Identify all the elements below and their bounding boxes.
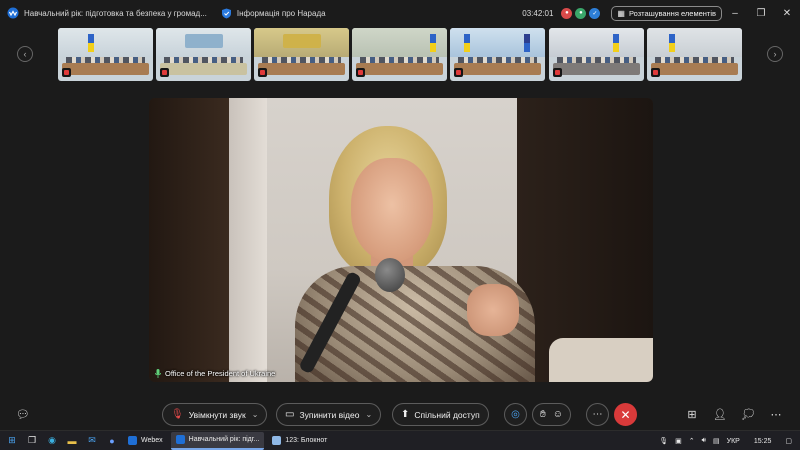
close-icon[interactable]: ✕ <box>614 403 637 426</box>
mic-muted-icon: 🎙︎ <box>171 409 184 420</box>
chevron-left-icon[interactable]: ‹ <box>17 46 33 62</box>
chevron-right-icon[interactable]: › <box>767 46 783 62</box>
chevron-up-icon[interactable]: ⌃ <box>689 437 695 445</box>
notifications-icon[interactable]: ▢ <box>785 437 792 445</box>
flag-icon <box>88 34 94 52</box>
muted-badge-icon <box>258 68 267 77</box>
close-window-icon[interactable]: ✕ <box>774 8 800 19</box>
unmute-label: Увімкнути звук <box>188 409 246 420</box>
speaker-name-tag: Office of the President of Ukraine <box>155 369 275 378</box>
meeting-info-button[interactable]: Інформація про Нарада <box>221 8 326 19</box>
flag-icon <box>613 34 619 52</box>
flag-icon <box>524 34 530 52</box>
security-icon: ✓ <box>589 7 601 19</box>
mail-icon[interactable]: ✉︎ <box>84 434 100 448</box>
meeting-timer: 03:42:01 <box>522 8 554 18</box>
windows-start-icon[interactable]: ⊞ <box>4 434 20 448</box>
emoji-icon: ☺︎ <box>552 409 563 420</box>
participant-thumbnail[interactable] <box>156 28 251 81</box>
camera-icon: ▭ <box>285 409 295 420</box>
apps-icon[interactable]: ⊞ <box>684 408 700 421</box>
speaker-name: Office of the President of Ukraine <box>165 369 276 378</box>
language-indicator[interactable]: УКР <box>727 438 740 445</box>
share-label: Спільний доступ <box>414 409 480 420</box>
taskbar-meeting-label: Навчальний рік: підг... <box>188 436 260 443</box>
volume-icon[interactable]: 🔊︎ <box>702 437 706 445</box>
layout-icon: ▦ <box>617 8 625 18</box>
taskbar-webex-label: Webex <box>141 437 163 444</box>
participant-thumbnail[interactable] <box>647 28 742 81</box>
flag-icon <box>430 34 436 52</box>
chat-icon[interactable]: 💭︎ <box>740 408 756 421</box>
system-tray: 🎙︎ ▣ ⌃ 🔊︎ ▤ УКР 15:25 ▢ <box>652 431 800 450</box>
chevron-down-icon[interactable]: ⌄ <box>252 410 259 419</box>
unmute-button[interactable]: 🎙︎ Увімкнути звук ⌄ <box>162 403 268 426</box>
edge-icon[interactable]: ◉ <box>44 434 60 448</box>
webex-meeting-window: Навчальний рік: підготовка та безпека у … <box>0 0 800 450</box>
ellipsis-icon[interactable]: ⋯ <box>586 403 609 426</box>
meeting-info-label: Інформація про Нарада <box>236 8 326 18</box>
muted-badge-icon <box>160 68 169 77</box>
participant-thumbnail[interactable] <box>58 28 153 81</box>
share-button[interactable]: ⬆︎ Спільний доступ <box>392 403 489 426</box>
webcam-tray-icon[interactable]: ▣ <box>675 437 682 445</box>
participant-thumbnail[interactable] <box>352 28 447 81</box>
participant-thumbnail[interactable] <box>450 28 545 81</box>
participant-thumbnail[interactable] <box>549 28 644 81</box>
title-bar: Навчальний рік: підготовка та безпека у … <box>0 0 800 26</box>
taskbar-app-webex[interactable]: Webex <box>123 432 168 450</box>
stop-video-button[interactable]: ▭ Зупинити відео ⌄ <box>276 403 382 426</box>
audio-indicator-icon: ● <box>575 7 587 19</box>
muted-badge-icon <box>553 68 562 77</box>
reactions-button[interactable]: ✋︎ ☺︎ <box>532 403 571 426</box>
windows-taskbar: ⊞ ❐ ◉ ▬ ✉︎ ● Webex Навчальний рік: підг.… <box>0 430 800 450</box>
shield-icon <box>221 8 231 18</box>
flag-icon <box>669 34 675 52</box>
webex-icon <box>128 436 137 445</box>
muted-badge-icon <box>651 68 660 77</box>
captions-icon[interactable]: 💬︎ <box>15 408 31 421</box>
participants-icon[interactable]: 👤︎ <box>712 408 728 421</box>
participant-strip: ‹ › <box>0 28 800 82</box>
chevron-down-icon[interactable]: ⌄ <box>365 410 372 419</box>
share-screen-icon: ⬆︎ <box>401 409 410 420</box>
layout-button[interactable]: ▦ Розташування елементів <box>611 5 722 21</box>
taskbar-notepad-label: 123: Блокнот <box>285 437 328 444</box>
clock[interactable]: 15:25 <box>754 438 772 445</box>
file-explorer-icon[interactable]: ▬ <box>64 434 80 448</box>
stop-video-label: Зупинити відео <box>299 409 360 420</box>
minimize-icon[interactable]: – <box>722 8 748 19</box>
network-icon[interactable]: ▤ <box>713 437 720 445</box>
restore-icon[interactable]: ❐ <box>748 8 774 19</box>
meeting-controls: 💬︎ 🎙︎ Увімкнути звук ⌄ ▭ Зупинити відео … <box>0 403 800 427</box>
webex-icon <box>175 435 185 444</box>
meeting-title: Навчальний рік: підготовка та безпека у … <box>24 8 207 18</box>
taskbar-app-notepad[interactable]: 123: Блокнот <box>267 432 332 450</box>
muted-badge-icon <box>356 68 365 77</box>
flag-icon <box>464 34 470 52</box>
ai-assistant-icon[interactable]: ◎ <box>504 403 527 426</box>
recording-icon: ● <box>561 7 573 19</box>
more-options-icon[interactable]: ⋯ <box>768 408 784 421</box>
taskbar-app-meeting[interactable]: Навчальний рік: підг... <box>170 431 265 450</box>
active-speaker-video[interactable]: Office of the President of Ukraine <box>149 98 653 382</box>
notepad-icon <box>272 436 282 445</box>
muted-badge-icon <box>454 68 463 77</box>
zoom-icon[interactable]: ● <box>104 434 120 448</box>
microphone-icon <box>155 369 161 378</box>
muted-badge-icon <box>62 68 71 77</box>
layout-button-label: Розташування елементів <box>628 8 716 18</box>
task-view-icon[interactable]: ❐ <box>24 434 40 448</box>
hand-raise-icon: ✋︎ <box>540 409 546 420</box>
webex-logo-icon <box>7 7 19 19</box>
mic-tray-icon[interactable]: 🎙︎ <box>659 437 668 445</box>
participant-thumbnail[interactable] <box>254 28 349 81</box>
